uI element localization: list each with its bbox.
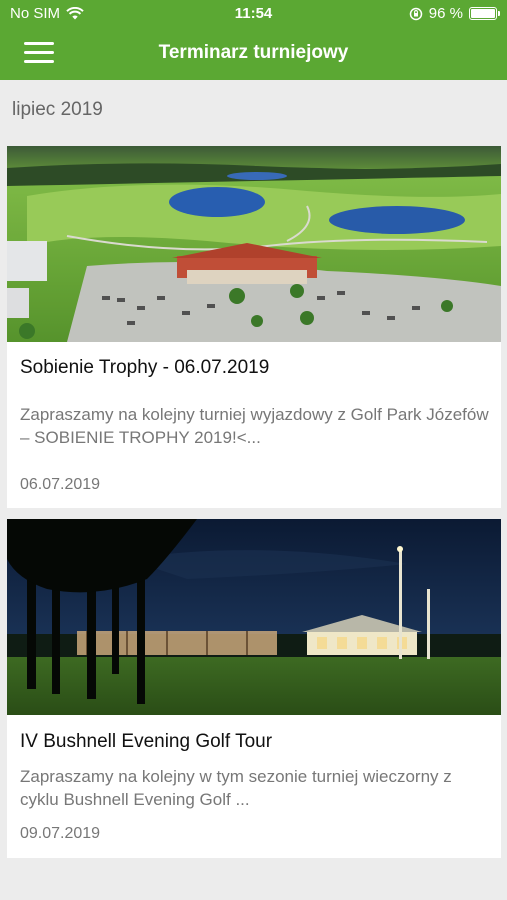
event-image-evening-golf-clubhouse bbox=[7, 519, 501, 715]
page-title: Terminarz turniejowy bbox=[158, 42, 349, 63]
event-date: 09.07.2019 bbox=[20, 825, 101, 842]
battery-percentage: 96 % bbox=[428, 5, 463, 22]
event-title[interactable]: IV Bushnell Evening Golf Tour bbox=[20, 731, 272, 753]
event-image-golf-course-aerial bbox=[7, 146, 501, 342]
event-title[interactable]: Sobienie Trophy - 06.07.2019 bbox=[20, 357, 269, 379]
status-bar: No SIM 11:54 96 % bbox=[0, 0, 507, 28]
battery-level bbox=[471, 9, 495, 18]
event-date: 06.07.2019 bbox=[20, 476, 101, 493]
orientation-lock-icon bbox=[409, 7, 423, 20]
event-card[interactable]: Sobienie Trophy - 06.07.2019 Zapraszamy … bbox=[7, 146, 501, 508]
event-description: Zapraszamy na kolejny turniej wyjazdowy … bbox=[20, 405, 489, 447]
event-description: Zapraszamy na kolejny w tym sezonie turn… bbox=[20, 767, 452, 809]
app-header: Terminarz turniejowy bbox=[0, 28, 507, 80]
battery-icon bbox=[469, 7, 500, 20]
month-header: lipiec 2019 bbox=[12, 99, 103, 120]
event-card[interactable]: IV Bushnell Evening Golf Tour Zapraszamy… bbox=[7, 519, 501, 858]
